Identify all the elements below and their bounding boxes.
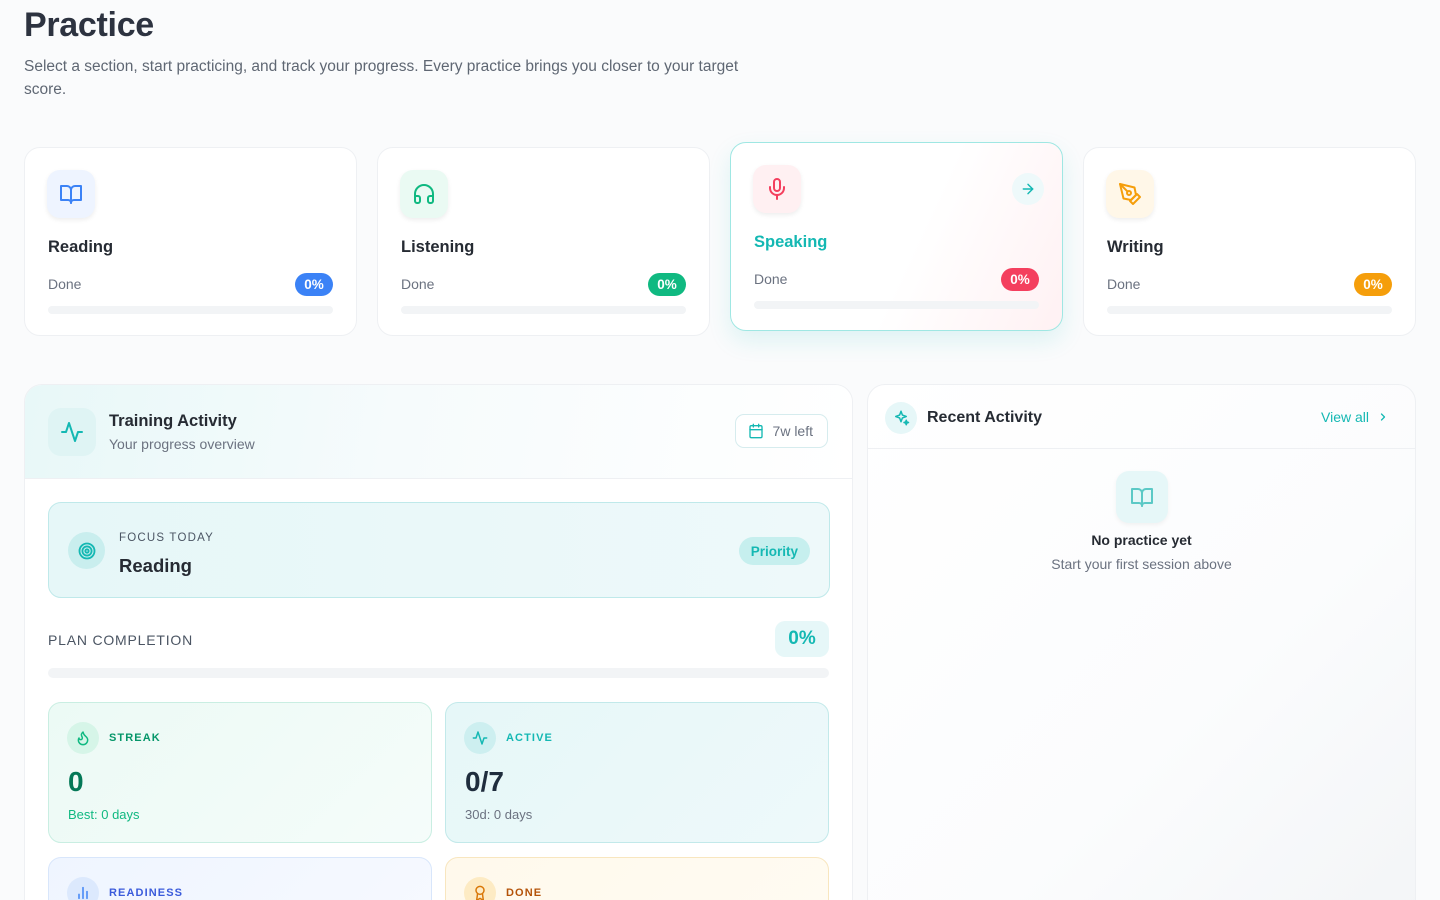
sparkles-icon [885, 402, 917, 434]
skill-percent-badge: 0% [1354, 273, 1392, 296]
skill-done-label: Done [48, 276, 82, 292]
done-card: DONE [445, 857, 829, 900]
book-open-icon [47, 170, 95, 218]
recent-activity-header: Recent Activity View all [868, 385, 1415, 449]
arrow-right-icon[interactable] [1012, 173, 1044, 205]
streak-value: 0 [68, 766, 84, 797]
calendar-icon [748, 423, 764, 439]
streak-best-note: Best: 0 days [68, 807, 140, 822]
active-value: 0/7 [465, 766, 504, 797]
training-activity-title: Training Activity [109, 412, 237, 430]
microphone-icon [753, 165, 801, 213]
skill-progress-bar [48, 306, 333, 314]
skill-progress-bar [754, 301, 1039, 309]
recent-activity-title: Recent Activity [927, 409, 1042, 426]
flame-icon [67, 722, 99, 754]
training-activity-subtitle: Your progress overview [109, 436, 255, 452]
skill-name: Speaking [754, 233, 828, 251]
pen-tool-icon [1106, 170, 1154, 218]
chevron-right-icon [1377, 411, 1389, 423]
skill-card-speaking[interactable]: Speaking Done 0% [730, 142, 1063, 331]
plan-completion-label: PLAN COMPLETION [48, 632, 194, 648]
weeks-left-text: 7w left [772, 423, 813, 439]
recent-activity-panel: Recent Activity View all No practice yet… [867, 384, 1416, 900]
training-activity-panel: Training Activity Your progress overview… [24, 384, 853, 900]
plan-completion-bar [48, 668, 829, 678]
view-all-label: View all [1321, 409, 1369, 425]
active-30d-note: 30d: 0 days [465, 807, 533, 822]
readiness-label: READINESS [109, 887, 184, 899]
page-title: Practice [24, 6, 154, 44]
view-all-link[interactable]: View all [1321, 409, 1389, 425]
skill-card-writing[interactable]: Writing Done 0% [1083, 147, 1416, 336]
skill-percent-badge: 0% [295, 273, 333, 296]
award-icon [464, 877, 496, 900]
empty-state-title: No practice yet [1091, 532, 1192, 548]
plan-completion-percent: 0% [775, 621, 829, 657]
target-icon [68, 532, 105, 569]
book-open-icon [1116, 471, 1168, 523]
skill-percent-badge: 0% [1001, 268, 1039, 291]
active-label: ACTIVE [506, 732, 553, 744]
streak-label: STREAK [109, 732, 161, 744]
headphones-icon [400, 170, 448, 218]
skill-card-reading[interactable]: Reading Done 0% [24, 147, 357, 336]
streak-card: STREAK 0 Best: 0 days [48, 702, 432, 843]
page-subtitle: Select a section, start practicing, and … [24, 58, 739, 98]
skill-name: Writing [1107, 238, 1164, 256]
empty-state-subtitle: Start your first session above [1051, 556, 1232, 572]
priority-badge: Priority [738, 537, 810, 565]
skill-card-listening[interactable]: Listening Done 0% [377, 147, 710, 336]
skill-progress-bar [1107, 306, 1392, 314]
skill-progress-bar [401, 306, 686, 314]
skill-done-label: Done [754, 271, 788, 287]
done-label: DONE [506, 887, 543, 899]
skill-name: Listening [401, 238, 475, 256]
skill-done-label: Done [401, 276, 435, 292]
focus-today-card[interactable]: FOCUS TODAY Reading Priority [48, 502, 830, 598]
skill-done-label: Done [1107, 276, 1141, 292]
activity-icon [48, 408, 96, 456]
bar-chart-icon [67, 877, 99, 900]
activity-icon [464, 722, 496, 754]
focus-today-value: Reading [119, 555, 192, 576]
skill-percent-badge: 0% [648, 273, 686, 296]
skill-name: Reading [48, 238, 114, 256]
weeks-left-badge[interactable]: 7w left [734, 414, 828, 448]
active-card: ACTIVE 0/7 30d: 0 days [445, 702, 829, 843]
training-activity-header: Training Activity Your progress overview… [25, 385, 852, 479]
readiness-card: READINESS [48, 857, 432, 900]
focus-today-label: FOCUS TODAY [119, 532, 214, 544]
